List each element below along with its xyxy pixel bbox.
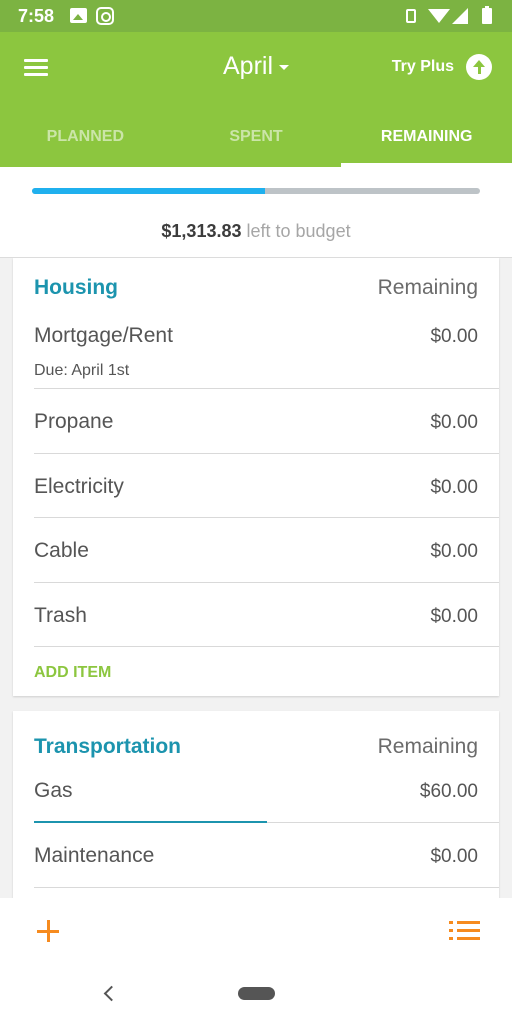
item-name: Electricity	[34, 475, 124, 498]
budget-progress-fill	[32, 188, 265, 194]
budget-item-maintenance[interactable]: Maintenance $0.00	[34, 823, 499, 888]
status-bar: 7:58	[0, 0, 512, 32]
item-name: Maintenance	[34, 844, 155, 867]
left-to-budget: $1,313.83 left to budget	[0, 221, 512, 242]
try-plus-label: Try Plus	[391, 58, 454, 75]
vibrate-icon	[406, 9, 416, 23]
add-item-label: ADD ITEM	[34, 664, 112, 681]
budget-summary: $1,313.83 left to budget	[0, 167, 512, 258]
list-icon[interactable]	[449, 921, 480, 941]
bottom-action-bar	[0, 898, 512, 966]
item-name: Gas	[34, 779, 73, 802]
budget-item-mortgage-rent[interactable]: Mortgage/Rent $0.00 Due: April 1st	[34, 302, 499, 389]
battery-icon	[482, 6, 492, 24]
budget-progress-bar	[32, 188, 480, 194]
status-time: 7:58	[18, 6, 55, 26]
group-card-transportation: Transportation Remaining Gas $60.00 Main…	[13, 711, 499, 898]
left-to-budget-label: left to budget	[246, 221, 351, 241]
app-header: April Try Plus PLANNED SPENT REMAINING	[0, 32, 512, 167]
group-header[interactable]: Housing Remaining	[13, 258, 499, 302]
try-plus-button[interactable]: Try Plus	[392, 54, 492, 80]
item-amount: $0.00	[430, 846, 478, 867]
add-item-button[interactable]: ADD ITEM	[13, 647, 499, 697]
group-column-label: Remaining	[377, 276, 478, 299]
cell-signal-icon	[452, 8, 468, 24]
month-label: April	[222, 52, 273, 80]
left-to-budget-amount: $1,313.83	[161, 221, 242, 241]
budget-item-electricity[interactable]: Electricity $0.00	[34, 454, 499, 518]
budget-item-gas[interactable]: Gas $60.00	[34, 755, 499, 823]
back-chevron-icon[interactable]	[103, 985, 120, 1002]
item-name: Cable	[34, 539, 89, 562]
tab-remaining[interactable]: REMAINING	[341, 124, 512, 167]
item-name: Mortgage/Rent	[34, 324, 173, 347]
wifi-icon	[428, 9, 450, 23]
group-header[interactable]: Transportation Remaining	[13, 711, 499, 758]
plus-icon[interactable]	[37, 920, 59, 942]
gallery-notification-icon	[70, 8, 87, 23]
instagram-notification-icon	[96, 7, 114, 25]
item-amount: $60.00	[419, 781, 478, 802]
system-nav-bar	[0, 966, 512, 1024]
caret-down-icon	[279, 64, 289, 70]
budget-list[interactable]: Housing Remaining Mortgage/Rent $0.00 Du…	[0, 258, 512, 898]
budget-item-propane[interactable]: Propane $0.00	[34, 389, 499, 454]
group-card-housing: Housing Remaining Mortgage/Rent $0.00 Du…	[13, 258, 499, 696]
item-amount: $0.00	[430, 412, 478, 433]
item-amount: $0.00	[430, 606, 478, 627]
tab-planned[interactable]: PLANNED	[0, 124, 171, 167]
budget-item-trash[interactable]: Trash $0.00	[34, 583, 499, 647]
item-name: Propane	[34, 410, 114, 433]
item-amount: $0.00	[430, 477, 478, 498]
home-pill-icon[interactable]	[238, 987, 275, 1000]
budget-item-cable[interactable]: Cable $0.00	[34, 518, 499, 583]
item-amount: $0.00	[430, 326, 478, 347]
tab-spent[interactable]: SPENT	[171, 124, 342, 167]
budget-tabs: PLANNED SPENT REMAINING	[0, 124, 512, 167]
item-amount: $0.00	[430, 541, 478, 562]
group-title: Housing	[34, 276, 118, 299]
arrow-up-circle-icon	[466, 54, 492, 80]
item-name: Trash	[34, 604, 87, 627]
item-due-date: Due: April 1st	[34, 362, 130, 379]
